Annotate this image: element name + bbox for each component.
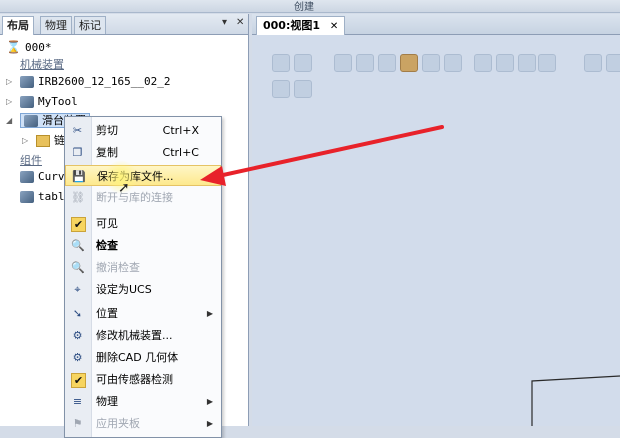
copy-icon: ❐: [72, 146, 83, 159]
snap-icon[interactable]: [356, 54, 374, 72]
expand-icon[interactable]: ▷: [6, 93, 12, 111]
scissors-icon: ✂: [72, 124, 83, 137]
close-icon[interactable]: ✕: [330, 21, 338, 32]
menu-item-save-as-library[interactable]: 💾 保存为库文件...: [65, 165, 221, 186]
menu-item-modify-mechanism[interactable]: ⚙ 修改机械装置...: [65, 325, 221, 346]
check-icon: ✔: [71, 373, 86, 388]
unlink-icon: ⛓: [71, 191, 85, 204]
menu-item-apply-clamp[interactable]: ⚑ 应用夹板 ▶: [65, 413, 221, 434]
stop-icon[interactable]: [294, 80, 312, 98]
tab-physics[interactable]: 物理: [40, 16, 72, 34]
menu-item-delete-cad-geometry[interactable]: ⚙ 删除CAD 几何体: [65, 347, 221, 368]
viewport-3d[interactable]: 000:视图1 ✕: [252, 14, 620, 426]
group-mechanisms: 机械装置: [20, 58, 64, 71]
group-components: 组件: [20, 154, 42, 167]
collapse-icon[interactable]: ◢: [6, 112, 12, 130]
menu-item-undo-inspect[interactable]: 🔍 撤消检查: [65, 257, 221, 278]
component-icon: [20, 171, 34, 183]
settings-icon[interactable]: [584, 54, 602, 72]
physics-icon: ≡: [72, 395, 83, 408]
tree-item-mech1[interactable]: ▷ IRB2600_12_165__02_2: [6, 73, 170, 91]
panel-pin-icon[interactable]: ▾: [222, 17, 227, 28]
check-icon: ✔: [71, 217, 86, 232]
position-icon: ➘: [72, 307, 83, 320]
mouse-cursor-icon: ➚: [118, 180, 130, 196]
tree-station[interactable]: ⌛ 000*: [6, 38, 51, 56]
inspect-icon: 🔍: [71, 239, 85, 252]
station-icon: ⌛: [6, 40, 21, 54]
robot-icon: [20, 76, 34, 88]
menu-item-disconnect-library[interactable]: ⛓ 断开与库的连接: [65, 187, 221, 208]
snap-icon[interactable]: [444, 54, 462, 72]
folder-icon: [36, 135, 50, 147]
flag-icon: ⚑: [72, 417, 83, 430]
measure-icon[interactable]: [538, 54, 556, 72]
viewport-tabbar: 000:视图1 ✕: [252, 14, 620, 35]
tree-item-comp2[interactable]: tabl: [20, 188, 65, 206]
menu-item-physics[interactable]: ≡ 物理 ▶: [65, 391, 221, 412]
view-tool-icon[interactable]: [294, 54, 312, 72]
tab-view1[interactable]: 000:视图1 ✕: [256, 16, 346, 35]
submenu-arrow-icon: ▶: [206, 419, 213, 428]
menu-item-cut[interactable]: ✂ 剪切 Ctrl+X: [65, 120, 221, 141]
inspect-icon: 🔍: [71, 261, 85, 274]
ucs-icon: ⌖: [74, 283, 81, 296]
submenu-arrow-icon: ▶: [206, 397, 213, 406]
expand-icon[interactable]: ▷: [6, 73, 12, 91]
snap-icon[interactable]: [378, 54, 396, 72]
panel-close-icon[interactable]: ✕: [236, 17, 244, 28]
tab-layout[interactable]: 布局: [2, 16, 34, 35]
measure-icon[interactable]: [518, 54, 536, 72]
view-tool-icon[interactable]: [272, 54, 290, 72]
menu-item-sensor-detectable[interactable]: ✔ 可由传感器检测: [65, 369, 221, 390]
snap-icon[interactable]: [334, 54, 352, 72]
ribbon-group-label: 创建: [294, 2, 314, 13]
measure-icon[interactable]: [496, 54, 514, 72]
submenu-arrow-icon: ▶: [206, 309, 213, 318]
settings-icon[interactable]: [606, 54, 620, 72]
tab-tags[interactable]: 标记: [74, 16, 106, 34]
menu-item-position[interactable]: ➘ 位置 ▶: [65, 303, 221, 324]
tree-item-mech2[interactable]: ▷ MyTool: [6, 93, 78, 111]
measure-icon[interactable]: [474, 54, 492, 72]
mechanism-icon: [24, 115, 38, 127]
component-icon: [20, 191, 34, 203]
tool-icon: [20, 96, 34, 108]
ribbon-strip: 创建: [0, 0, 620, 13]
geometry-icon: ⚙: [72, 351, 83, 364]
snap-active-icon[interactable]: [400, 54, 418, 72]
menu-item-copy[interactable]: ❐ 复制 Ctrl+C: [65, 142, 221, 163]
menu-item-visible[interactable]: ✔ 可见: [65, 213, 221, 234]
context-menu: ✂ 剪切 Ctrl+X ❐ 复制 Ctrl+C 💾 保存为库文件... ⛓ 断开…: [64, 116, 222, 438]
play-icon[interactable]: [272, 80, 290, 98]
tree-item-comp1[interactable]: Curv: [20, 168, 65, 186]
panel-tabbar: 布局 物理 标记 ▾ ✕: [0, 14, 248, 35]
menu-item-inspect[interactable]: 🔍 检查: [65, 235, 221, 256]
menu-item-set-ucs[interactable]: ⌖ 设定为UCS: [65, 279, 221, 300]
save-icon: 💾: [72, 170, 86, 183]
mechanism-icon: ⚙: [72, 329, 83, 342]
expand-icon[interactable]: ▷: [22, 132, 28, 150]
tree-item-mech3-child[interactable]: ▷ 链: [22, 132, 65, 150]
snap-icon[interactable]: [422, 54, 440, 72]
